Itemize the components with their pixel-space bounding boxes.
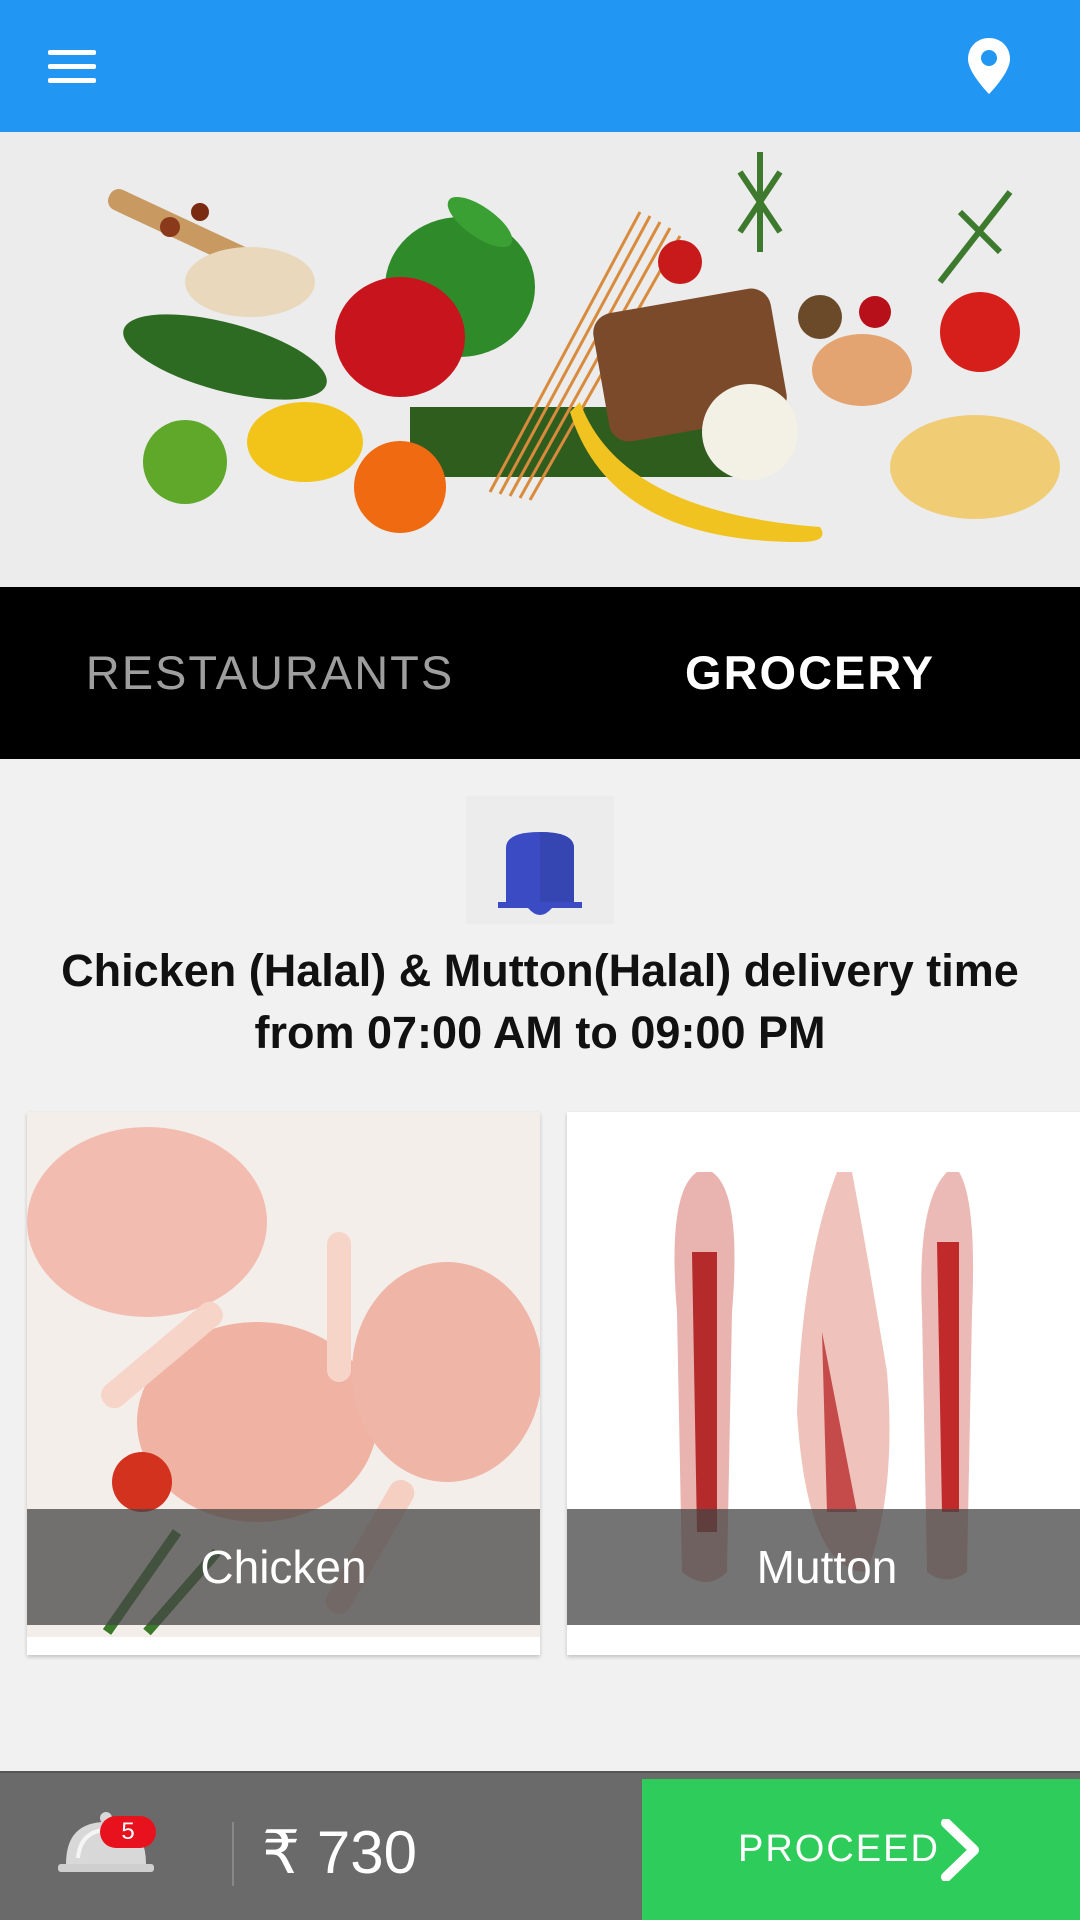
- category-label-chicken: Chicken: [27, 1509, 540, 1625]
- cart-count-badge: 5: [100, 1816, 156, 1848]
- delivery-time-notice: Chicken (Halal) & Mutton(Halal) delivery…: [20, 940, 1060, 1064]
- category-tabs: RESTAURANTS GROCERY: [0, 587, 1080, 759]
- grocery-banner-image: [0, 132, 1080, 587]
- proceed-label: PROCEED: [738, 1828, 940, 1870]
- chevron-right-icon: [941, 1819, 979, 1881]
- menu-icon[interactable]: [48, 50, 96, 84]
- category-card-mutton[interactable]: Mutton: [567, 1112, 1080, 1655]
- category-label-mutton: Mutton: [567, 1509, 1080, 1625]
- location-pin-icon[interactable]: [968, 38, 1010, 94]
- notice-icon-container: [466, 796, 614, 924]
- cart-total: ₹ 730: [262, 1819, 417, 1886]
- app-bar: [0, 0, 1080, 132]
- tab-grocery[interactable]: GROCERY: [540, 587, 1080, 759]
- notice-line-1: Chicken (Halal) & Mutton(Halal) delivery…: [61, 945, 1019, 996]
- category-card-chicken[interactable]: Chicken: [27, 1112, 540, 1655]
- notice-line-2: from 07:00 AM to 09:00 PM: [254, 1007, 826, 1058]
- proceed-button[interactable]: PROCEED: [642, 1779, 1080, 1920]
- tab-restaurants[interactable]: RESTAURANTS: [0, 587, 540, 759]
- bell-icon: [498, 832, 582, 915]
- cart-divider: [232, 1822, 234, 1886]
